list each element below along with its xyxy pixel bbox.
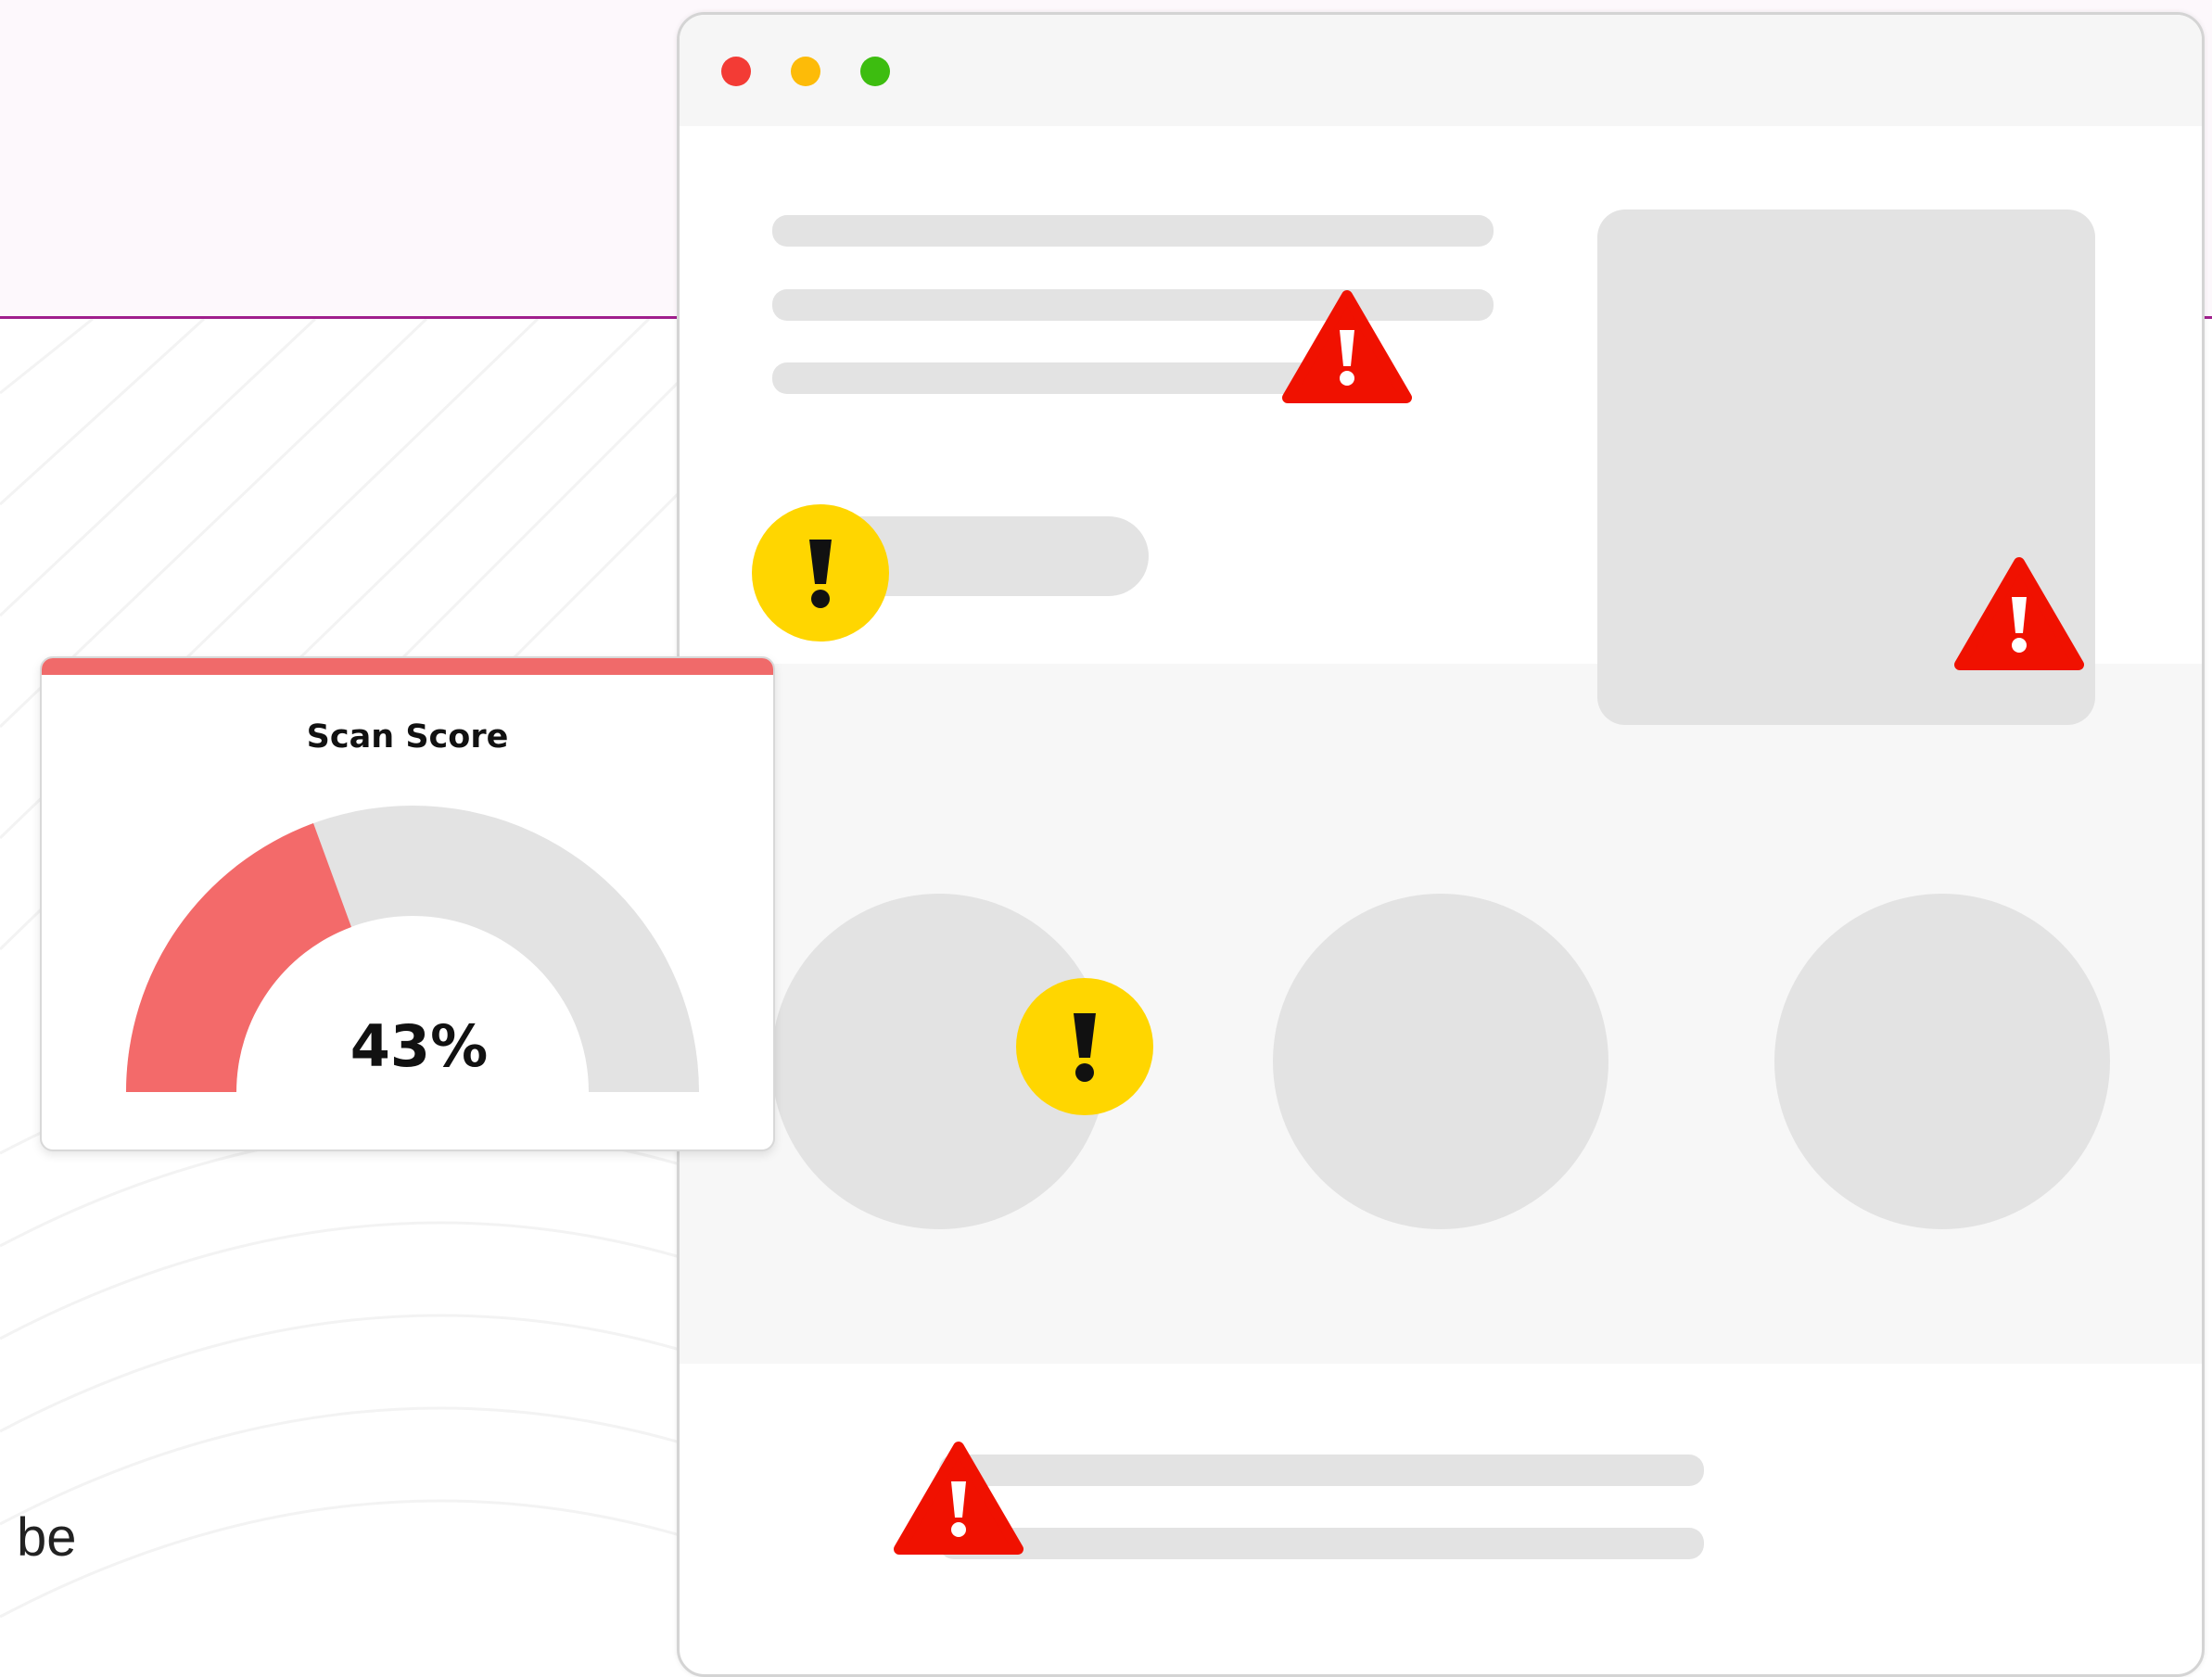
exclamation-circle-icon[interactable] bbox=[752, 504, 889, 642]
warning-triangle-icon[interactable] bbox=[1282, 288, 1412, 405]
skeleton-text-line bbox=[939, 1455, 1704, 1486]
gauge-value: 43% bbox=[350, 1012, 488, 1080]
exclamation-mark-glyph bbox=[809, 540, 832, 608]
warning-triangle-icon[interactable] bbox=[1954, 555, 2084, 672]
minimize-window-button[interactable] bbox=[791, 57, 820, 86]
skeleton-circle bbox=[1273, 894, 1608, 1229]
skeleton-text-line bbox=[772, 362, 1319, 394]
scan-score-card: Scan Score 43% bbox=[40, 656, 775, 1151]
side-text: be bbox=[17, 1507, 77, 1568]
close-window-button[interactable] bbox=[721, 57, 751, 86]
maximize-window-button[interactable] bbox=[860, 57, 890, 86]
browser-window bbox=[677, 12, 2205, 1677]
window-titlebar bbox=[680, 15, 2202, 126]
skeleton-text-line bbox=[939, 1528, 1704, 1559]
gauge-fill bbox=[125, 823, 351, 1092]
skeleton-circle bbox=[1774, 894, 2110, 1229]
exclamation-circle-icon[interactable] bbox=[1016, 978, 1153, 1115]
exclamation-mark-glyph bbox=[1074, 1013, 1096, 1082]
score-gauge: 43% bbox=[125, 806, 699, 1092]
warning-triangle-icon[interactable] bbox=[894, 1440, 1023, 1556]
skeleton-text-line bbox=[772, 215, 1494, 247]
